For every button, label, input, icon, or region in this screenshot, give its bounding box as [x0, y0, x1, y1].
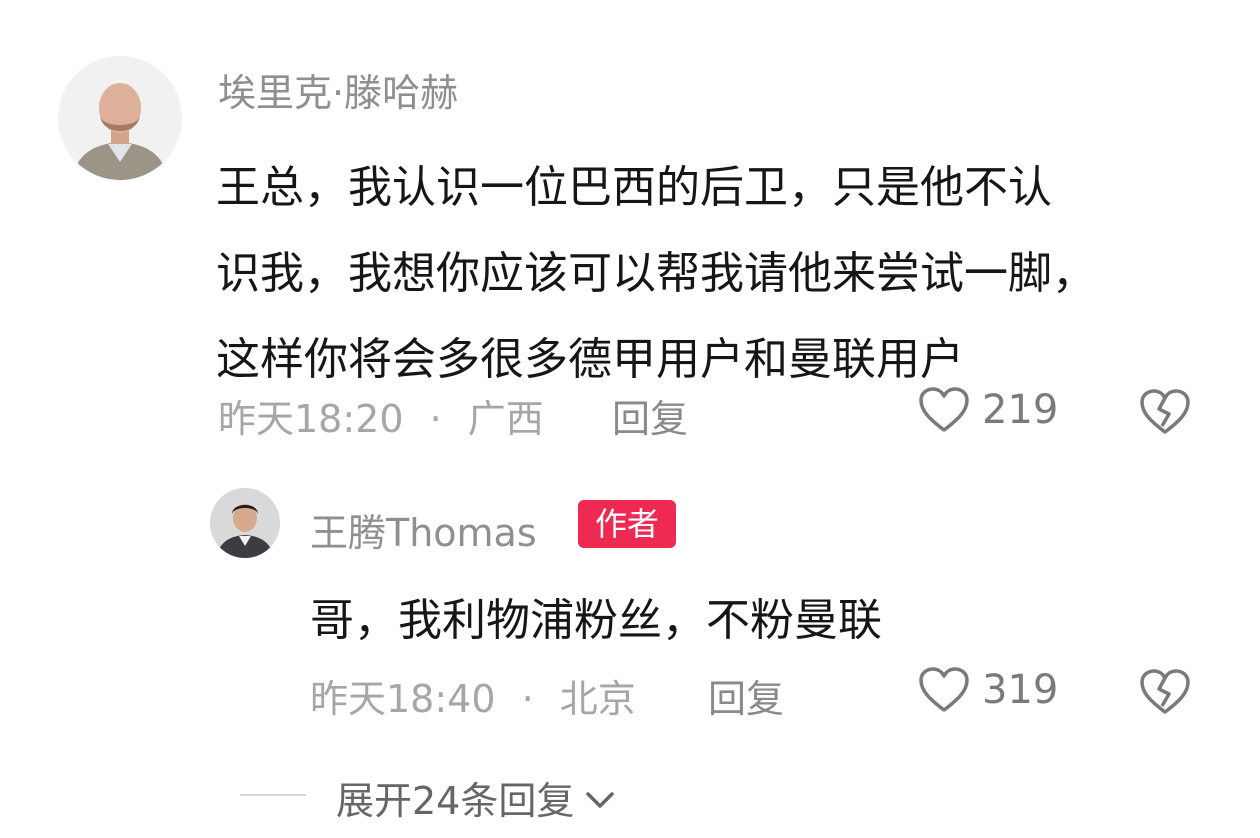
- like-count: 219: [982, 387, 1059, 433]
- author-badge: 作者: [578, 500, 676, 548]
- comment-content: 王总，我认识一位巴西的后卫，只是他不认 识我，我想你应该可以帮我请他来尝试一脚，…: [216, 145, 1096, 403]
- reply-location: 北京: [559, 677, 636, 721]
- heart-outline-icon: [918, 386, 970, 434]
- comment-meta: 昨天18:20 · 广西: [218, 388, 544, 443]
- comment-content-line: 识我，我想你应该可以帮我请他来尝试一脚，: [216, 248, 1096, 299]
- reply-time: 昨天18:40: [310, 677, 496, 721]
- reply-content: 哥，我利物浦粉丝，不粉曼联: [310, 595, 882, 646]
- comment-location: 广西: [467, 397, 544, 441]
- dislike-button[interactable]: [1138, 388, 1192, 436]
- comment-username[interactable]: 埃里克·滕哈赫: [218, 62, 458, 117]
- comment-thread: 埃里克·滕哈赫 王总，我认识一位巴西的后卫，只是他不认 识我，我想你应该可以帮我…: [0, 0, 1260, 838]
- comment-content-line: 王总，我认识一位巴西的后卫，只是他不认: [216, 162, 1052, 213]
- expand-replies-label: 展开24条回复: [336, 779, 575, 823]
- dislike-button[interactable]: [1138, 668, 1192, 716]
- meta-separator: ·: [429, 397, 442, 441]
- expand-replies-button[interactable]: 展开24条回复: [336, 770, 616, 825]
- like-button[interactable]: 319: [918, 666, 1058, 714]
- expand-divider: [240, 794, 306, 796]
- reply-button[interactable]: 回复: [612, 388, 688, 443]
- chevron-down-icon: [584, 776, 616, 820]
- like-button[interactable]: 219: [918, 386, 1058, 434]
- broken-heart-icon: [1138, 668, 1192, 716]
- heart-outline-icon: [918, 666, 970, 714]
- reply-button[interactable]: 回复: [708, 668, 784, 723]
- reply-meta: 昨天18:40 · 北京: [310, 668, 636, 723]
- broken-heart-icon: [1138, 388, 1192, 436]
- avatar[interactable]: [58, 56, 182, 180]
- like-count: 319: [982, 667, 1059, 713]
- meta-separator: ·: [521, 677, 534, 721]
- comment-time: 昨天18:20: [218, 397, 404, 441]
- reply-avatar[interactable]: [210, 488, 280, 558]
- reply-username[interactable]: 王腾Thomas: [310, 502, 537, 557]
